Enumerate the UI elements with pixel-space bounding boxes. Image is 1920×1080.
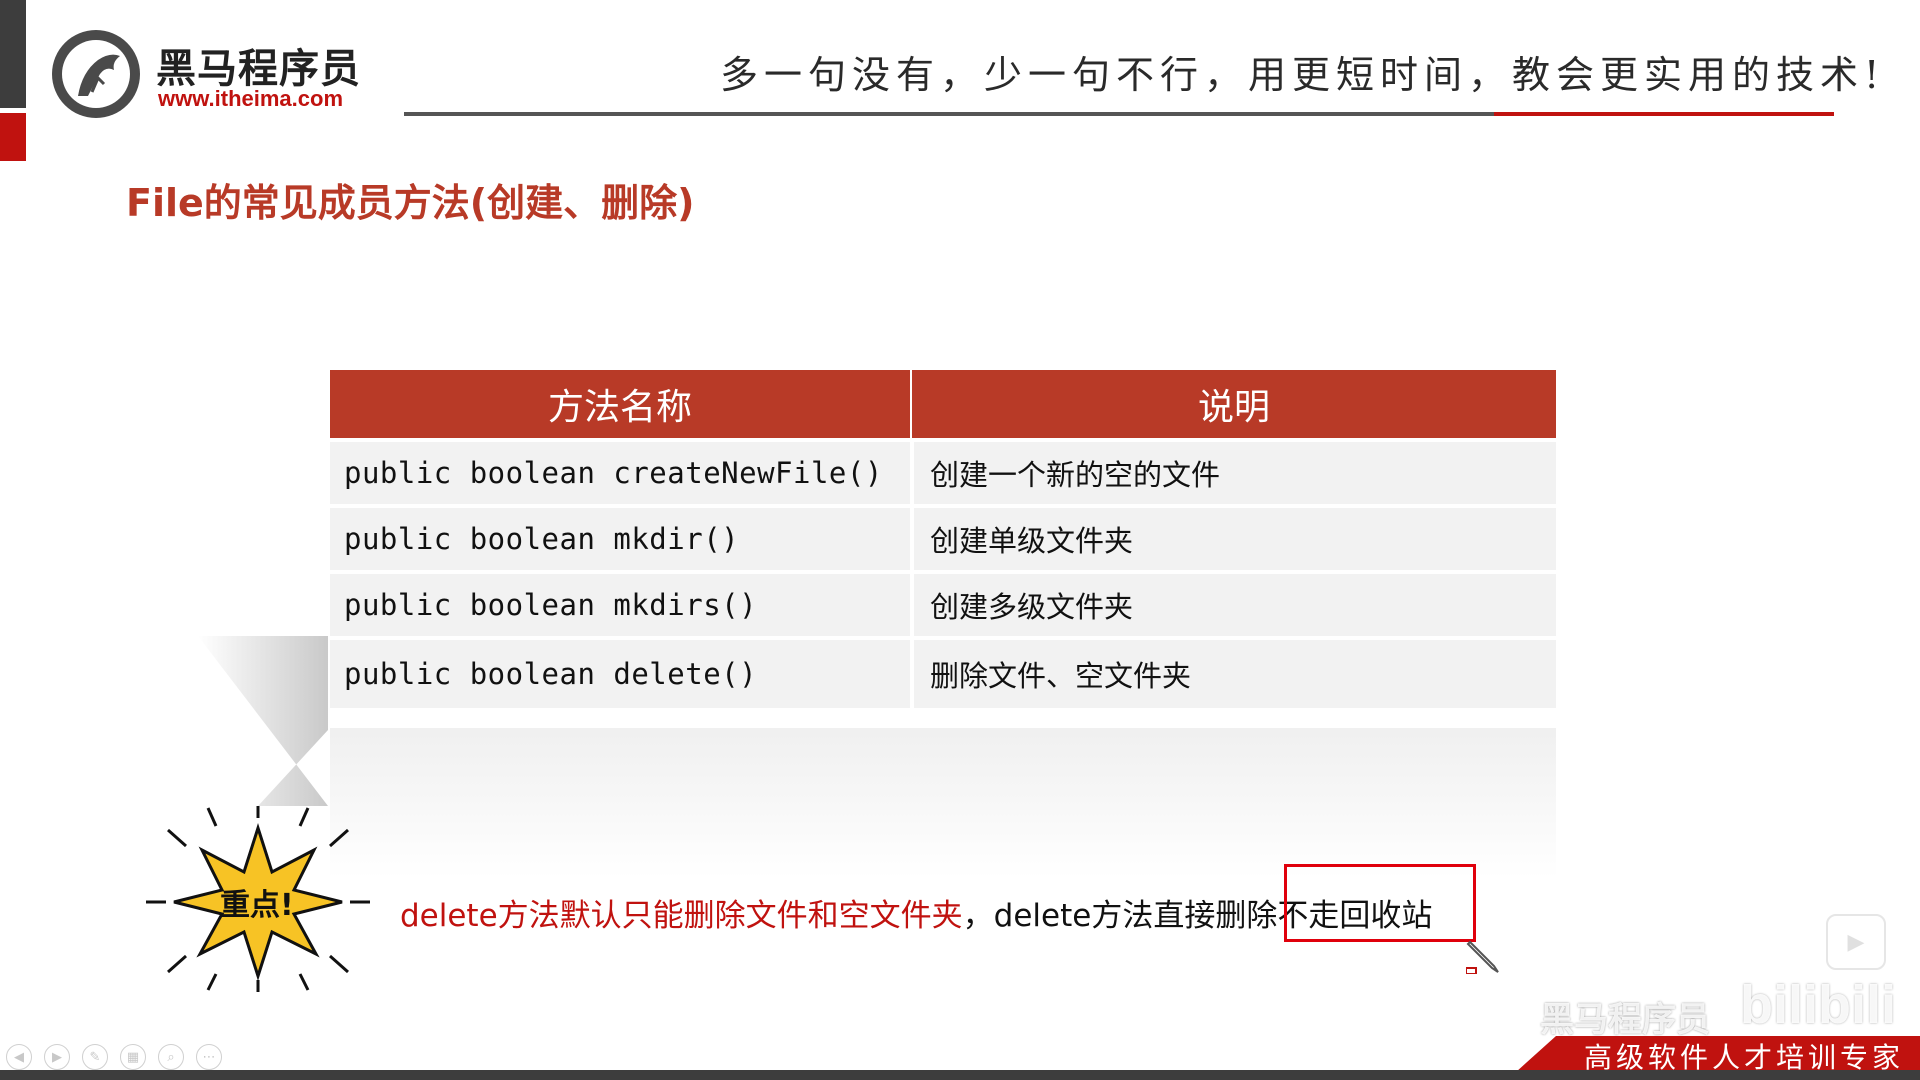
table-row: public boolean delete() 删除文件、空文件夹: [330, 640, 1556, 708]
methods-table: 方法名称 说明 public boolean createNewFile() 创…: [330, 370, 1556, 708]
next-icon[interactable]: ▶: [44, 1044, 70, 1070]
annotation-box: [1284, 864, 1476, 942]
zoom-icon[interactable]: ⌕: [158, 1044, 184, 1070]
table-row: public boolean createNewFile() 创建一个新的空的文…: [330, 442, 1556, 504]
method-cell: public boolean delete(): [330, 640, 914, 708]
column-header-method: 方法名称: [330, 370, 912, 438]
pen-cursor-icon: [1466, 940, 1499, 974]
header-rule: [404, 112, 1494, 116]
decorative-shadow: [198, 636, 328, 806]
method-cell: public boolean createNewFile(): [330, 442, 914, 504]
play-icon[interactable]: ▶: [1826, 914, 1886, 970]
header-slogan: 多一句没有，少一句不行，用更短时间，教会更实用的技术!: [720, 53, 1886, 97]
method-cell: public boolean mkdirs(): [330, 574, 914, 636]
column-header-description: 说明: [912, 370, 1556, 438]
prev-icon[interactable]: ◀: [6, 1044, 32, 1070]
note-highlight-text: delete方法默认只能删除文件和空文件夹: [400, 898, 963, 934]
page-title: File的常见成员方法(创建、删除): [126, 181, 695, 225]
table-row: public boolean mkdirs() 创建多级文件夹: [330, 574, 1556, 636]
note-text: ，delete方法直接删除: [962, 898, 1278, 934]
slideshow-controls: ◀ ▶ ✎ ▦ ⌕ ⋯: [6, 1044, 222, 1070]
more-icon[interactable]: ⋯: [196, 1044, 222, 1070]
brand-logo: 黑马程序员 www.itheima.com: [48, 26, 378, 122]
header-rule-accent: [1494, 112, 1834, 116]
watermark-text: 黑马程序员: [1540, 1000, 1710, 1040]
method-cell: public boolean mkdir(): [330, 508, 914, 570]
table-reflection: [330, 728, 1556, 878]
pen-tool-icon[interactable]: ✎: [82, 1044, 108, 1070]
logo-url: www.itheima.com: [158, 86, 344, 111]
delete-note: delete方法默认只能删除文件和空文件夹，delete方法直接删除不走回收站: [400, 890, 1432, 935]
description-cell: 删除文件、空文件夹: [930, 659, 1192, 693]
left-edge-red-bar: [0, 113, 26, 161]
bilibili-logo: bilibili: [1740, 975, 1896, 1035]
table-header: 方法名称 说明: [330, 370, 1556, 438]
description-cell: 创建一个新的空的文件: [930, 458, 1221, 492]
left-edge-dark-bar: [0, 0, 26, 108]
key-point-label: 重点!: [220, 888, 294, 923]
footer-bar: [0, 1070, 1920, 1080]
description-cell: 创建单级文件夹: [930, 524, 1134, 558]
logo-horse-icon: [52, 30, 140, 118]
table-row: public boolean mkdir() 创建单级文件夹: [330, 508, 1556, 570]
description-cell: 创建多级文件夹: [930, 590, 1134, 624]
slides-icon[interactable]: ▦: [120, 1044, 146, 1070]
